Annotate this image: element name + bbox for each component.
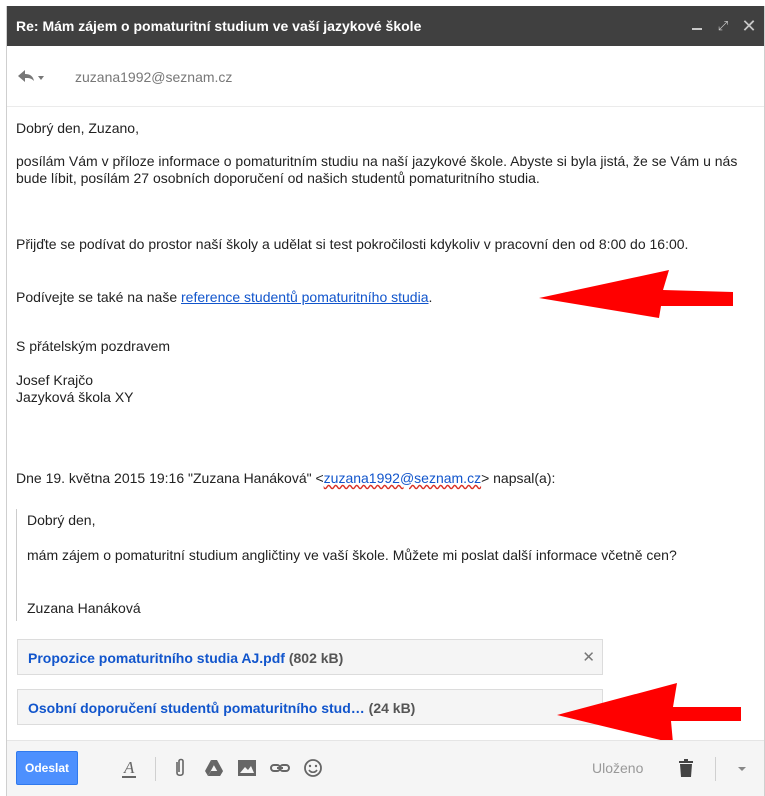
- remove-attachment-icon[interactable]: ✕: [582, 648, 595, 666]
- quoted-name: Zuzana Hanáková: [27, 600, 141, 616]
- compose-toolbar: Odeslat A Uloženo: [7, 740, 764, 796]
- attachment-size: (802 kB): [288, 650, 344, 666]
- body-paragraph-1: posílám Vám v příloze informace o pomatu…: [16, 153, 738, 186]
- discard-draft-icon[interactable]: [675, 757, 697, 779]
- compose-title: Re: Mám zájem o pomaturitní studium ve v…: [16, 18, 422, 34]
- compose-window: Re: Mám zájem o pomaturitní studium ve v…: [6, 6, 765, 796]
- svg-text:A: A: [123, 758, 135, 777]
- reply-type-dropdown[interactable]: [16, 68, 48, 86]
- attribution-suffix: > napsal(a):: [481, 470, 556, 486]
- closing-text: S přátelským pozdravem: [16, 338, 171, 354]
- attachment-name: Propozice pomaturitního studia AJ.pdf: [28, 650, 285, 666]
- more-options-icon[interactable]: [731, 757, 753, 779]
- quoted-message: Dobrý den, mám zájem o pomaturitní studi…: [16, 509, 747, 621]
- attribution-prefix: Dne 19. května 2015 19:16 "Zuzana Hanáko…: [16, 470, 324, 486]
- google-drive-icon[interactable]: [203, 757, 225, 779]
- insert-photo-icon[interactable]: [236, 757, 258, 779]
- insert-link-icon[interactable]: [269, 757, 291, 779]
- paragraph-3-suffix: .: [428, 289, 433, 305]
- paragraph-3-prefix: Podívejte se také na naše: [16, 289, 181, 305]
- red-arrow-icon: [539, 270, 733, 318]
- body-paragraph-2: Přijďte se podívat do prostor naší školy…: [16, 236, 689, 252]
- attachment-item[interactable]: Propozice pomaturitního studia AJ.pdf (8…: [17, 639, 603, 675]
- attachment-item[interactable]: Osobní doporučení studentů pomaturitního…: [17, 689, 603, 725]
- reference-link[interactable]: reference studentů pomaturitního studia: [181, 289, 429, 305]
- quoted-body: mám zájem o pomaturitní studium angličti…: [27, 547, 677, 563]
- attachment-label[interactable]: Propozice pomaturitního studia AJ.pdf (8…: [28, 650, 343, 666]
- title-bar: Re: Mám zájem o pomaturitní studium ve v…: [7, 6, 764, 46]
- minimize-icon[interactable]: [686, 14, 708, 38]
- signature-name: Josef Krajčo: [16, 372, 94, 388]
- attach-file-icon[interactable]: [169, 757, 191, 779]
- toolbar-divider: [155, 757, 156, 781]
- recipient-row: zuzana1992@seznam.cz: [7, 46, 764, 107]
- red-arrow-icon: [557, 683, 741, 743]
- attachment-size: (24 kB): [368, 700, 416, 716]
- quote-attribution: Dne 19. května 2015 19:16 "Zuzana Hanáko…: [16, 470, 761, 486]
- attachment-label[interactable]: Osobní doporučení studentů pomaturitního…: [28, 700, 415, 716]
- toolbar-divider: [715, 757, 716, 781]
- reply-icon: [18, 70, 44, 82]
- close-icon[interactable]: ✕: [738, 14, 760, 38]
- recipient-address[interactable]: zuzana1992@seznam.cz: [75, 69, 232, 85]
- attribution-email-link[interactable]: zuzana1992@seznam.cz: [324, 470, 481, 486]
- saved-status: Uloženo: [592, 760, 644, 776]
- expand-icon[interactable]: ⤢: [712, 14, 734, 38]
- signature-company: Jazyková škola XY: [16, 389, 134, 405]
- send-button[interactable]: Odeslat: [16, 751, 78, 785]
- attachment-name: Osobní doporučení studentů pomaturitního…: [28, 700, 365, 716]
- formatting-icon[interactable]: A: [118, 757, 140, 779]
- quoted-greeting: Dobrý den,: [27, 512, 96, 528]
- insert-emoji-icon[interactable]: [302, 757, 324, 779]
- greeting-text: Dobrý den, Zuzano,: [16, 120, 139, 136]
